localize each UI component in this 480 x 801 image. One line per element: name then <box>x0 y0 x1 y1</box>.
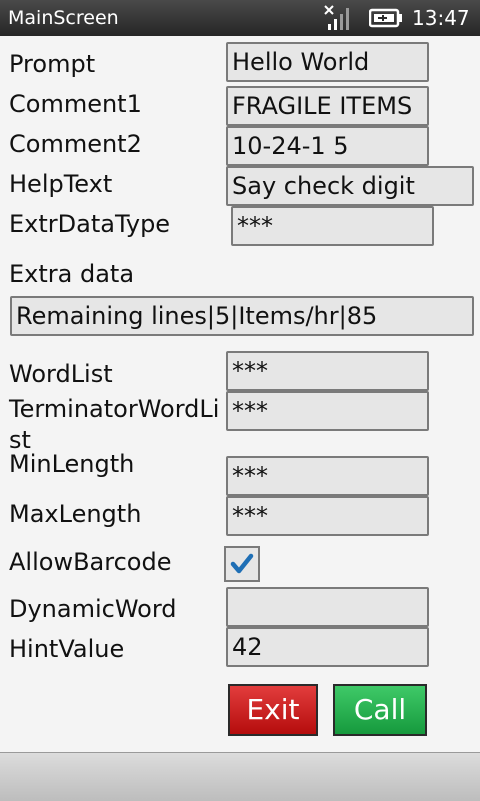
hintvalue-label: HintValue <box>9 635 125 663</box>
comment1-label: Comment1 <box>9 90 142 118</box>
comment1-field[interactable]: FRAGILE ITEMS <box>226 86 429 126</box>
status-bar: MainScreen 13:47 <box>0 0 480 36</box>
helptext-label: HelpText <box>9 170 113 198</box>
comment2-field[interactable]: 10-24-1 5 <box>226 126 429 166</box>
battery-charging-icon <box>369 8 402 28</box>
extrdatatype-label: ExtrDataType <box>9 210 171 238</box>
maxlength-field[interactable]: *** <box>226 496 429 536</box>
call-button[interactable]: Call <box>333 684 427 736</box>
check-mark-icon <box>230 553 254 574</box>
comment2-label: Comment2 <box>9 130 142 158</box>
dynamicword-label: DynamicWord <box>9 595 177 623</box>
extra-data-field[interactable]: Remaining lines|5|Items/hr|85 <box>10 296 474 336</box>
terminatorwordlist-label: TerminatorWordList <box>9 395 220 454</box>
maxlength-label: MaxLength <box>9 500 142 528</box>
window-title: MainScreen <box>8 7 119 29</box>
allowbarcode-label: AllowBarcode <box>9 548 172 576</box>
hintvalue-field[interactable]: 42 <box>226 627 429 667</box>
minlength-label: MinLength <box>9 450 135 478</box>
bottom-menu-bar <box>0 752 480 801</box>
wordlist-field[interactable]: *** <box>226 351 429 391</box>
extra-data-label: Extra data <box>9 260 135 288</box>
helptext-field[interactable]: Say check digit <box>226 166 474 206</box>
allowbarcode-checkbox[interactable] <box>224 546 260 582</box>
prompt-field[interactable]: Hello World <box>226 42 429 82</box>
dynamicword-field[interactable] <box>226 587 429 627</box>
terminatorwordlist-field[interactable]: *** <box>226 391 429 431</box>
signal-strength-icon <box>324 5 349 30</box>
wordlist-label: WordList <box>9 360 113 388</box>
exit-button[interactable]: Exit <box>228 684 318 736</box>
prompt-label: Prompt <box>9 50 96 78</box>
extrdatatype-field[interactable]: *** <box>231 206 434 246</box>
minlength-field[interactable]: *** <box>226 456 429 496</box>
clock: 13:47 <box>412 6 470 30</box>
main-form: Prompt Hello World Comment1 FRAGILE ITEM… <box>0 36 480 752</box>
